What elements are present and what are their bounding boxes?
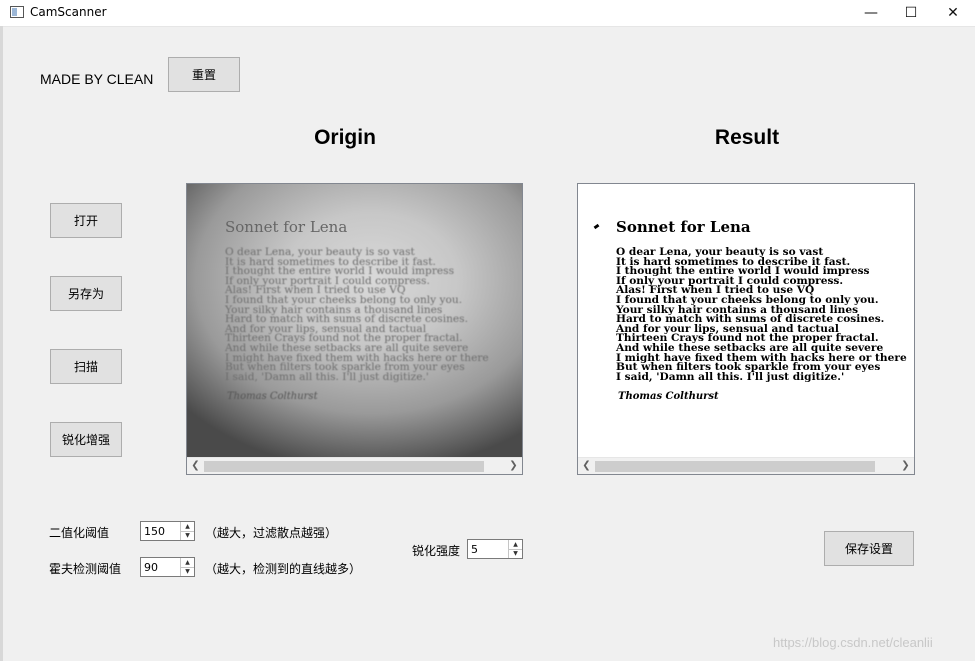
scan-button-label: 扫描 — [73, 360, 98, 374]
open-button-label: 打开 — [73, 214, 98, 228]
reset-button[interactable]: 重置 — [168, 57, 240, 92]
scroll-thumb[interactable] — [204, 461, 484, 472]
save-as-button-label: 另存为 — [67, 287, 104, 301]
open-button[interactable]: 打开 — [50, 203, 122, 238]
hough-threshold-spinbox[interactable]: 90 ▲ ▼ — [140, 557, 195, 577]
sharpen-button-label: 锐化增强 — [61, 433, 110, 447]
doc-line: I said, 'Damn all this. I'll just digiti… — [616, 370, 845, 383]
binary-threshold-value: 150 — [144, 525, 165, 538]
hough-threshold-hint: （越大，检测到的直线越多） — [205, 562, 362, 576]
spin-arrows[interactable]: ▲ ▼ — [180, 558, 194, 576]
result-doc-signature: Thomas Colthurst — [618, 391, 719, 402]
sharpen-strength-spinbox[interactable]: 5 ▲ ▼ — [467, 539, 523, 559]
spin-down-icon[interactable]: ▼ — [181, 567, 194, 576]
title-bar: CamScanner — ☐ ✕ — [0, 0, 975, 27]
save-as-button[interactable]: 另存为 — [50, 276, 122, 311]
window-title: CamScanner — [30, 5, 107, 19]
scan-button[interactable]: 扫描 — [50, 349, 122, 384]
binary-threshold-label: 二值化阈值 — [49, 526, 110, 540]
result-title: Result — [714, 126, 780, 149]
maximize-button[interactable]: ☐ — [889, 0, 933, 26]
result-horizontal-scrollbar[interactable]: ❮ ❯ — [578, 457, 914, 474]
window-left-edge — [0, 26, 3, 661]
spin-arrows[interactable]: ▲ ▼ — [508, 540, 522, 558]
spin-arrows[interactable]: ▲ ▼ — [180, 522, 194, 540]
save-settings-button[interactable]: 保存设置 — [824, 531, 914, 566]
minimize-button[interactable]: — — [849, 0, 893, 26]
close-button[interactable]: ✕ — [931, 0, 975, 26]
doc-line: I said, 'Damn all this. I'll just digiti… — [225, 370, 429, 383]
origin-title: Origin — [314, 126, 376, 149]
origin-horizontal-scrollbar[interactable]: ❮ ❯ — [187, 457, 522, 474]
origin-doc-signature: Thomas Colthurst — [227, 391, 318, 402]
hough-threshold-label: 霍夫检测阈值 — [49, 562, 122, 576]
origin-doc-heading: Sonnet for Lena — [225, 218, 348, 236]
app-icon — [10, 6, 24, 18]
spin-down-icon[interactable]: ▼ — [509, 549, 522, 558]
binary-threshold-hint: （越大，过滤散点越强） — [205, 526, 338, 540]
watermark-text: https://blog.csdn.net/cleanlii — [773, 635, 933, 650]
binary-threshold-spinbox[interactable]: 150 ▲ ▼ — [140, 521, 195, 541]
scroll-right-icon[interactable]: ❯ — [897, 458, 914, 474]
scroll-left-icon[interactable]: ❮ — [578, 458, 595, 474]
sharpen-strength-value: 5 — [471, 543, 478, 556]
save-settings-label: 保存设置 — [844, 542, 893, 556]
origin-image-view[interactable]: Sonnet for Lena O dear Lena, your beauty… — [186, 183, 523, 475]
hough-threshold-value: 90 — [144, 561, 158, 574]
made-by-label: MADE BY CLEAN — [40, 71, 154, 87]
result-doc-heading: Sonnet for Lena — [616, 218, 751, 236]
origin-image: Sonnet for Lena O dear Lena, your beauty… — [187, 184, 522, 457]
scroll-thumb[interactable] — [595, 461, 875, 472]
reset-button-label: 重置 — [191, 68, 216, 82]
sharpen-button[interactable]: 锐化增强 — [50, 422, 122, 457]
result-image-view[interactable]: Sonnet for Lena O dear Lena, your beauty… — [577, 183, 915, 475]
scroll-left-icon[interactable]: ❮ — [187, 458, 204, 474]
scroll-right-icon[interactable]: ❯ — [505, 458, 522, 474]
sharpen-strength-label: 锐化强度 — [412, 544, 461, 558]
scan-speck — [593, 223, 600, 230]
spin-down-icon[interactable]: ▼ — [181, 531, 194, 540]
result-image: Sonnet for Lena O dear Lena, your beauty… — [578, 184, 913, 457]
